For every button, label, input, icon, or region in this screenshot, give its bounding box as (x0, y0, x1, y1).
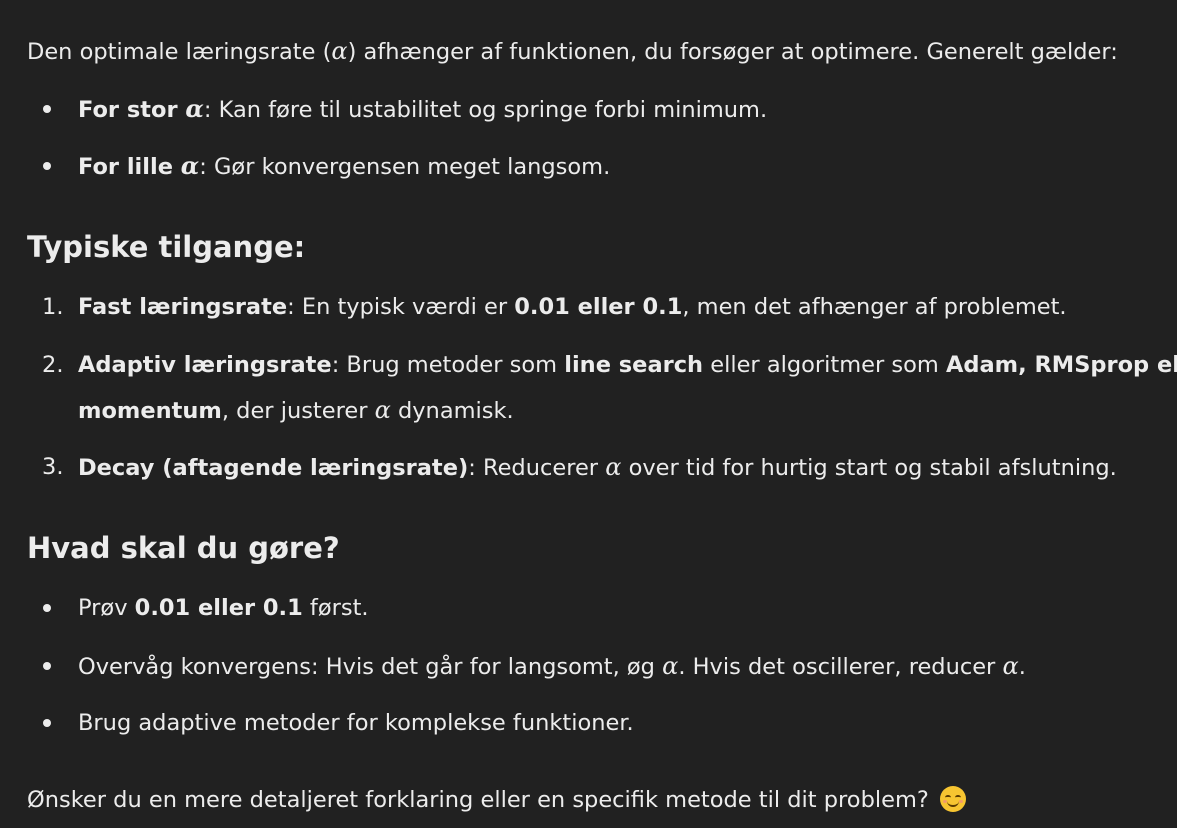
alpha-symbol: α (185, 94, 204, 123)
smiling-face-icon (939, 786, 966, 812)
list-item-text: over tid for hurtig start og stabil afsl… (621, 455, 1117, 481)
list-item-text: : En typisk værdi er (287, 294, 515, 320)
list-item-text: først. (302, 595, 369, 621)
list-item-continuation: momentum, der justerer α dynamisk. (78, 393, 514, 428)
list-item: Brug adaptive metoder for komplekse funk… (78, 706, 634, 740)
list-item-bold: momentum (78, 398, 222, 424)
bullet-dot (43, 719, 51, 727)
list-item-bold: 0.01 eller 0.1 (134, 595, 303, 621)
list-item: For stor α: Kan føre til ustabilitet og … (78, 92, 767, 127)
list-item-text: Prøv (78, 595, 135, 621)
list-item-bold: For stor (78, 97, 186, 123)
list-item-text: dynamisk. (390, 398, 514, 424)
list-number: 3. (42, 454, 64, 480)
alpha-symbol: α (180, 151, 200, 180)
list-number: 2. (42, 352, 64, 378)
list-item-text: : Gør konvergensen meget langsom. (199, 154, 611, 180)
intro-paragraph: Den optimale læringsrate (α) afhænger af… (27, 34, 1118, 69)
list-item: Overvåg konvergens: Hvis det går for lan… (78, 649, 1026, 684)
list-number: 1. (42, 294, 64, 320)
list-item-text: , der justerer (221, 398, 375, 424)
list-item-text: . (1018, 654, 1026, 680)
alpha-symbol: α (1002, 652, 1019, 680)
list-item-bold: line search (564, 352, 704, 378)
list-item-text: . Hvis det oscillerer, reducer (678, 654, 1003, 680)
list-item: Prøv 0.01 eller 0.1 først. (78, 591, 369, 625)
list-item-bold: Adaptiv læringsrate (78, 352, 332, 378)
list-item-text: Brug adaptive metoder for komplekse funk… (78, 710, 634, 736)
closing-paragraph: Ønsker du en mere detaljeret forklaring … (27, 783, 966, 817)
section-heading-approaches: Typiske tilgange: (27, 230, 306, 264)
list-item-bold: 0.01 eller 0.1 (514, 294, 683, 320)
bullet-dot (43, 162, 51, 170)
list-item-text: : Brug metoder som (331, 352, 565, 378)
list-item-text: : Kan føre til ustabilitet og springe fo… (203, 97, 768, 123)
list-item-text: , men det afhænger af problemet. (682, 294, 1067, 320)
list-item: Fast læringsrate: En typisk værdi er 0.0… (78, 290, 1067, 324)
list-item: For lille α: Gør konvergensen meget lang… (78, 149, 610, 184)
bullet-dot (43, 662, 51, 670)
alpha-symbol: α (374, 396, 391, 424)
bullet-dot (43, 105, 51, 113)
list-item: Adaptiv læringsrate: Brug metoder som li… (78, 348, 1177, 382)
list-item-text: eller algoritmer som (703, 352, 946, 378)
list-item: Decay (aftagende læringsrate): Reducerer… (78, 450, 1117, 485)
alpha-symbol: α (605, 453, 622, 481)
intro-suffix: ) afhænger af funktionen, du forsøger at… (347, 39, 1118, 65)
bullet-dot (43, 604, 51, 612)
list-item-bold: Adam, RMSprop eller (945, 352, 1177, 378)
alpha-symbol: α (331, 37, 348, 65)
list-item-text: Overvåg konvergens: Hvis det går for lan… (78, 654, 663, 680)
list-item-bold: Decay (aftagende læringsrate) (78, 455, 469, 481)
intro-prefix: Den optimale læringsrate ( (27, 39, 332, 65)
list-item-bold: Fast læringsrate (78, 294, 288, 320)
list-item-text: : Reducerer (468, 455, 606, 481)
section-heading-what-to-do: Hvad skal du gøre? (27, 531, 340, 565)
closing-text: Ønsker du en mere detaljeret forklaring … (27, 787, 936, 813)
list-item-bold: For lille (78, 154, 181, 180)
alpha-symbol: α (662, 652, 679, 680)
